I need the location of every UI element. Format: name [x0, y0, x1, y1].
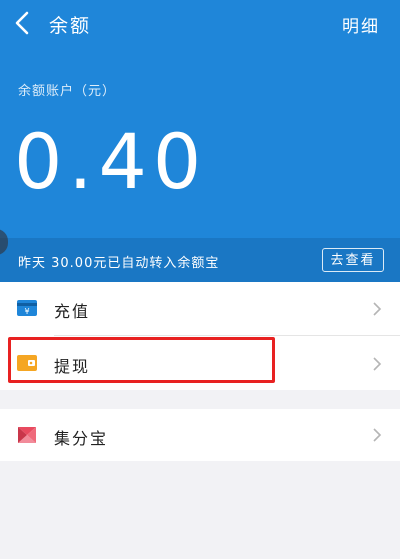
withdraw-highlight-box [8, 337, 275, 383]
svg-text:¥: ¥ [24, 307, 29, 316]
auto-transfer-notice: 昨天 30.00元已自动转入余额宝 去查看 [0, 238, 400, 282]
jifenbao-icon [16, 425, 38, 443]
chevron-right-icon [372, 427, 382, 443]
top-bar: 余额 明细 [0, 0, 400, 48]
card-icon: ¥ [16, 299, 38, 317]
list-item-recharge[interactable]: ¥ 充值 [0, 282, 400, 334]
chevron-right-icon [372, 356, 382, 372]
list-item-label: 集分宝 [54, 429, 109, 448]
page-title: 余额 [49, 15, 92, 37]
view-button[interactable]: 去查看 [322, 248, 384, 272]
detail-link[interactable]: 明细 [342, 12, 380, 37]
chevron-right-icon [372, 301, 382, 317]
chevron-left-icon[interactable] [12, 10, 32, 36]
list-item-label: 充值 [54, 302, 91, 321]
divider [54, 335, 400, 336]
balance-amount: 0.40 [14, 117, 208, 206]
notice-text: 昨天 30.00元已自动转入余额宝 [18, 256, 220, 271]
balance-account-label: 余额账户（元） [18, 84, 117, 99]
list-item-jifenbao[interactable]: 集分宝 [0, 409, 400, 461]
points-list: 集分宝 [0, 409, 400, 461]
balance-header: 余额 明细 余额账户（元） 0.40 昨天 30.00元已自动转入余额宝 去查看 [0, 0, 400, 282]
